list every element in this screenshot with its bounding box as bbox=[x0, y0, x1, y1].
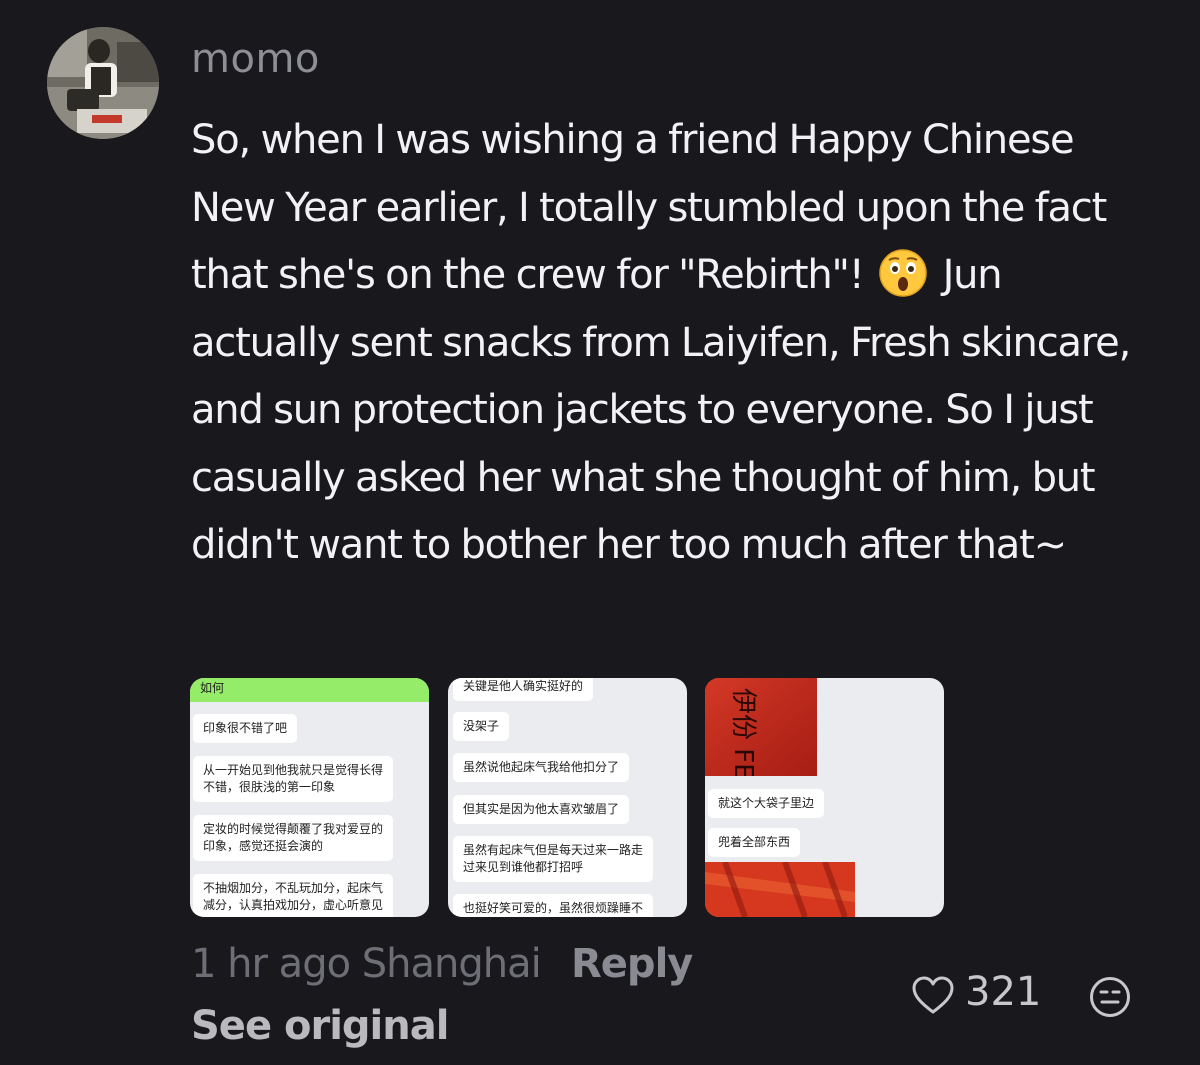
reply-button[interactable]: Reply bbox=[571, 941, 693, 987]
chat-bubble: 虽然有起床气但是每天过来一路走 过来见到谁他都打招呼 bbox=[453, 836, 654, 882]
chat-bubble: 定妆的时候觉得颠覆了我对爱豆的 印象，感觉还挺会演的 bbox=[193, 815, 394, 861]
snack-bag-photo: 伊份 FEN bbox=[705, 678, 817, 799]
chat-bubble: 虽然说他起床气我给他扣分了 bbox=[453, 753, 630, 782]
emoji-reaction-icon[interactable] bbox=[1089, 976, 1131, 1018]
chat-bubble: 也挺好笑可爱的，虽然很烦躁睡不 bbox=[453, 894, 654, 917]
chat-bubble: 不抽烟加分，不乱玩加分，起床气 减分，认真拍戏加分，虚心听意见 bbox=[193, 874, 394, 917]
astonished-face-emoji-icon bbox=[879, 249, 927, 297]
chat-bubble: 就这个大袋子里边 bbox=[708, 789, 825, 818]
snack-bag-photo-2 bbox=[705, 860, 855, 917]
see-original-button[interactable]: See original bbox=[191, 1003, 449, 1049]
chat-bubble: 关键是他人确实挺好的 bbox=[453, 678, 594, 701]
like-count: 321 bbox=[965, 969, 1042, 1015]
snack-bag-graphic: 伊份 FEN bbox=[705, 678, 817, 799]
chat-bubble: 印象很不错了吧 bbox=[193, 714, 298, 743]
attachment-image-1[interactable]: 如何 印象很不错了吧 从一开始见到他我就只是觉得长得 不错，很肤浅的第一印象 定… bbox=[190, 678, 429, 917]
chat-bubble: 但其实是因为他太喜欢皱眉了 bbox=[453, 795, 630, 824]
snack-bag-graphic-2 bbox=[705, 860, 855, 917]
chat-bubble: 从一开始见到他我就只是觉得长得 不错，很肤浅的第一印象 bbox=[193, 756, 394, 802]
chat-bubble-green: 如何 bbox=[190, 678, 429, 702]
comment-text-part2: Jun actually sent snacks from Laiyifen, … bbox=[191, 252, 1131, 568]
bag-print-text: 伊份 FEN bbox=[728, 688, 758, 776]
user-avatar[interactable] bbox=[47, 27, 159, 139]
chat-bubble: 兜着全部东西 bbox=[708, 828, 801, 857]
heart-outline-icon[interactable] bbox=[911, 975, 955, 1015]
avatar-photo bbox=[47, 27, 159, 139]
comment-time-location: 1 hr ago Shanghai bbox=[191, 941, 542, 987]
attachment-image-3[interactable]: 伊份 FEN 就这个大袋子里边 兜着全部东西 bbox=[705, 678, 944, 917]
comment-username[interactable]: momo bbox=[191, 36, 320, 82]
comment-body: So, when I was wishing a friend Happy Ch… bbox=[191, 107, 1156, 580]
chat-bubble: 没架子 bbox=[453, 712, 510, 741]
attachment-image-2[interactable]: 关键是他人确实挺好的 没架子 虽然说他起床气我给他扣分了 但其实是因为他太喜欢皱… bbox=[448, 678, 687, 917]
